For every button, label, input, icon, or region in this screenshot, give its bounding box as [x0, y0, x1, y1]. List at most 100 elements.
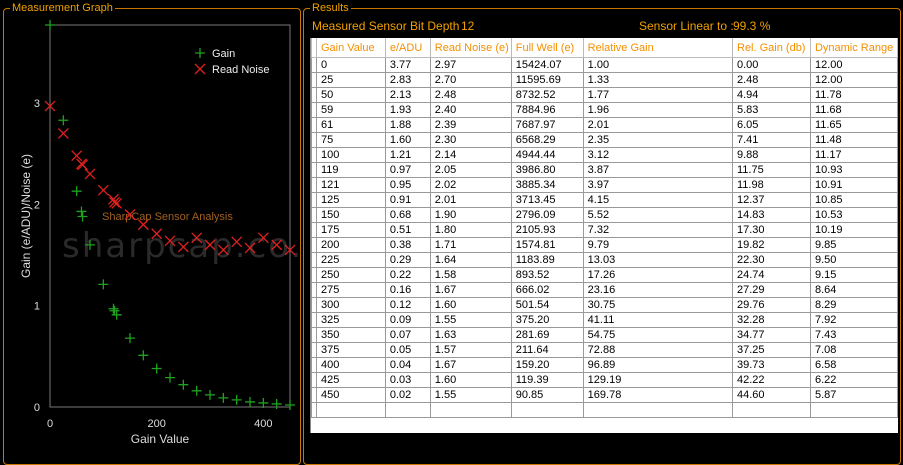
table-cell: 0.12: [384, 297, 431, 313]
column-header[interactable]: Rel. Gain (db): [732, 38, 811, 58]
table-cell: 50: [315, 87, 386, 103]
table-cell: 375: [315, 342, 386, 358]
column-header[interactable]: Dynamic Range: [809, 38, 898, 58]
table-cell: 2.48: [429, 87, 512, 103]
table-cell: 1.88: [384, 117, 431, 133]
results-table-container[interactable]: Gain Value e/ADU Read Noise (e) Full Well (…: [310, 38, 898, 433]
table-cell: 2.97: [429, 57, 512, 73]
table-row[interactable]: 119 0.97 2.05 3986.80 3.87 11.75 10.93: [311, 162, 898, 178]
table-cell: 23.16: [582, 282, 734, 298]
table-cell: 30.75: [582, 297, 734, 313]
results-panel: Results Measured Sensor Bit Depth : 12 S…: [303, 1, 901, 465]
table-cell: 11.75: [732, 162, 811, 178]
table-cell: 2.02: [429, 177, 512, 193]
table-row[interactable]: 175 0.51 1.80 2105.93 7.32 17.30 10.19: [311, 222, 898, 238]
table-row[interactable]: 125 0.91 2.01 3713.45 4.15 12.37 10.85: [311, 192, 898, 208]
table-cell: 2.48: [732, 72, 811, 88]
table-cell: 450: [315, 387, 386, 403]
table-cell: 1.71: [429, 237, 512, 253]
table-cell: 1.60: [384, 132, 431, 148]
table-cell: 0.02: [384, 387, 431, 403]
table-row[interactable]: 375 0.05 1.57 211.64 72.88 37.25 7.08: [311, 342, 898, 358]
column-header[interactable]: e/ADU: [384, 38, 431, 58]
watermark-text: sharpcap.co.uk: [62, 226, 300, 266]
table-row[interactable]: 121 0.95 2.02 3885.34 3.97 11.98 10.91: [311, 177, 898, 193]
table-cell: 281.69: [510, 327, 584, 343]
table-row[interactable]: 200 0.38 1.71 1574.81 9.79 19.82 9.85: [311, 237, 898, 253]
table-cell: 893.52: [510, 267, 584, 283]
results-title: Results: [310, 1, 351, 15]
table-cell: 32.28: [732, 312, 811, 328]
table-cell: 0.04: [384, 357, 431, 373]
table-cell: 1574.81: [510, 237, 584, 253]
table-row[interactable]: 75 1.60 2.30 6568.29 2.35 7.41 11.48: [311, 132, 898, 148]
table-cell: 3986.80: [510, 162, 584, 178]
x-axis-label: Gain Value: [131, 432, 190, 446]
table-row[interactable]: 275 0.16 1.67 666.02 23.16 27.29 8.64: [311, 282, 898, 298]
table-row[interactable]: 0 3.77 2.97 15424.07 1.00 0.00 12.00: [311, 57, 898, 73]
sensor-linear-label: Sensor Linear to :: [639, 19, 734, 33]
table-header-row: Gain Value e/ADU Read Noise (e) Full Well (…: [311, 38, 898, 58]
table-cell: 2.13: [384, 87, 431, 103]
table-cell: 7.92: [809, 312, 898, 328]
table-row[interactable]: 25 2.83 2.70 11595.69 1.33 2.48 12.00: [311, 72, 898, 88]
table-cell: 14.83: [732, 207, 811, 223]
table-cell: 8.64: [809, 282, 898, 298]
table-cell: 19.82: [732, 237, 811, 253]
table-cell: 119: [315, 162, 386, 178]
column-header[interactable]: Read Noise (e): [429, 38, 512, 58]
table-row[interactable]: 250 0.22 1.58 893.52 17.26 24.74 9.15: [311, 267, 898, 283]
table-cell: 7687.97: [510, 117, 584, 133]
table-cell: 1.60: [429, 372, 512, 388]
table-cell: 1.60: [429, 297, 512, 313]
table-cell: 300: [315, 297, 386, 313]
table-cell: 1.90: [429, 207, 512, 223]
table-row[interactable]: 225 0.29 1.64 1183.89 13.03 22.30 9.50: [311, 252, 898, 268]
table-cell: 9.15: [809, 267, 898, 283]
table-cell: 2.83: [384, 72, 431, 88]
table-cell: [510, 402, 584, 418]
table-row[interactable]: 450 0.02 1.55 90.85 169.78 44.60 5.87: [311, 387, 898, 403]
table-row[interactable]: 50 2.13 2.48 8732.52 1.77 4.94 11.78: [311, 87, 898, 103]
table-cell: 0.95: [384, 177, 431, 193]
table-cell: 0.09: [384, 312, 431, 328]
table-row[interactable]: 350 0.07 1.63 281.69 54.75 34.77 7.43: [311, 327, 898, 343]
table-cell: 175: [315, 222, 386, 238]
empty-new-row[interactable]: [311, 402, 898, 418]
table-row[interactable]: 61 1.88 2.39 7687.97 2.01 6.05 11.65: [311, 117, 898, 133]
column-header[interactable]: Full Well (e): [510, 38, 584, 58]
table-cell: 10.19: [809, 222, 898, 238]
table-cell: 4.94: [732, 87, 811, 103]
table-row[interactable]: 100 1.21 2.14 4944.44 3.12 9.88 11.17: [311, 147, 898, 163]
table-cell: 17.26: [582, 267, 734, 283]
table-cell: 4944.44: [510, 147, 584, 163]
table-cell: [384, 402, 431, 418]
table-cell: 10.85: [809, 192, 898, 208]
table-cell: 6568.29: [510, 132, 584, 148]
table-row[interactable]: 400 0.04 1.67 159.20 96.89 39.73 6.58: [311, 357, 898, 373]
table-cell: 225: [315, 252, 386, 268]
results-table[interactable]: Gain Value e/ADU Read Noise (e) Full Well (…: [311, 38, 898, 418]
table-cell: 129.19: [582, 372, 734, 388]
table-cell: 11.78: [809, 87, 898, 103]
table-row[interactable]: 300 0.12 1.60 501.54 30.75 29.76 8.29: [311, 297, 898, 313]
table-cell: 1.93: [384, 102, 431, 118]
table-cell: 7.08: [809, 342, 898, 358]
table-row[interactable]: 325 0.09 1.55 375.20 41.11 32.28 7.92: [311, 312, 898, 328]
table-cell: 1.57: [429, 342, 512, 358]
table-cell: 1.33: [582, 72, 734, 88]
table-cell: 501.54: [510, 297, 584, 313]
table-row[interactable]: 150 0.68 1.90 2796.09 5.52 14.83 10.53: [311, 207, 898, 223]
table-row[interactable]: 59 1.93 2.40 7884.96 1.96 5.83 11.68: [311, 102, 898, 118]
table-cell: 8732.52: [510, 87, 584, 103]
table-cell: 7.43: [809, 327, 898, 343]
table-cell: 666.02: [510, 282, 584, 298]
table-cell: 100: [315, 147, 386, 163]
table-cell: 6.58: [809, 357, 898, 373]
table-cell: 0.68: [384, 207, 431, 223]
y-tick-label: 2: [34, 199, 40, 211]
column-header[interactable]: Relative Gain: [582, 38, 734, 58]
column-header[interactable]: Gain Value: [315, 38, 386, 58]
table-row[interactable]: 425 0.03 1.60 119.39 129.19 42.22 6.22: [311, 372, 898, 388]
table-cell: 9.88: [732, 147, 811, 163]
